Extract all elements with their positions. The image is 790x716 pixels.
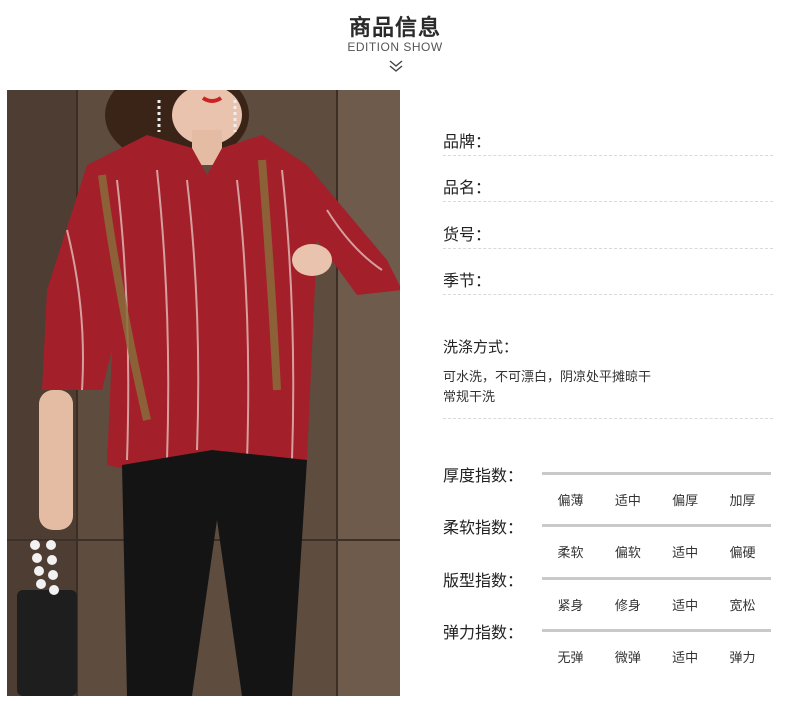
info-row-season: 季节：	[443, 259, 773, 295]
index-option: 适中	[614, 494, 641, 509]
section-subtitle: EDITION SHOW	[347, 40, 443, 54]
index-option: 偏硬	[729, 546, 756, 561]
index-option: 宽松	[729, 599, 756, 614]
info-row-sku: 货号：	[443, 213, 773, 249]
divider	[443, 155, 773, 156]
softness-index-label: 柔软指数：	[443, 518, 524, 537]
divider	[443, 418, 773, 419]
fit-index-label: 版型指数：	[443, 571, 524, 590]
chevron-down-icon	[389, 60, 403, 72]
index-option: 弹力	[729, 651, 756, 666]
section-title: 商品信息	[348, 16, 441, 41]
softness-index-bar	[542, 524, 771, 527]
washing-line-2: 常规干洗	[443, 390, 496, 405]
name-label: 品名：	[443, 178, 492, 197]
thickness-index-bar	[542, 472, 771, 475]
index-option: 适中	[672, 546, 699, 561]
index-option: 修身	[614, 599, 641, 614]
info-row-brand: 品牌：	[443, 120, 773, 156]
thickness-index: 厚度指数： 偏薄 适中 偏厚 加厚	[443, 462, 773, 514]
divider	[443, 201, 773, 202]
section-header: 商品信息 EDITION SHOW	[0, 0, 790, 80]
washing-title: 洗涤方式：	[443, 338, 519, 356]
product-photo	[7, 90, 400, 696]
brand-label: 品牌：	[443, 132, 492, 151]
sku-label: 货号：	[443, 225, 492, 244]
index-option: 偏厚	[672, 494, 699, 509]
elasticity-index-bar	[542, 629, 771, 632]
info-row-name: 品名：	[443, 166, 773, 202]
index-option: 适中	[672, 651, 699, 666]
washing-line-1: 可水洗，不可漂白，阴凉处平摊晾干	[443, 370, 652, 385]
index-option: 适中	[672, 599, 699, 614]
divider	[443, 294, 773, 295]
fit-index-bar	[542, 577, 771, 580]
softness-index: 柔软指数： 柔软 偏软 适中 偏硬	[443, 514, 773, 566]
index-option: 偏薄	[557, 494, 584, 509]
elasticity-index-label: 弹力指数：	[443, 623, 524, 642]
index-option: 紧身	[557, 599, 584, 614]
index-option: 无弹	[557, 651, 584, 666]
season-label: 季节：	[443, 271, 492, 290]
fit-index: 版型指数： 紧身 修身 适中 宽松	[443, 567, 773, 619]
thickness-index-label: 厚度指数：	[443, 466, 524, 485]
divider	[443, 248, 773, 249]
elasticity-index: 弹力指数： 无弹 微弹 适中 弹力	[443, 619, 773, 671]
index-option: 微弹	[614, 651, 641, 666]
index-option: 偏软	[614, 546, 641, 561]
washing-instructions: 可水洗，不可漂白，阴凉处平摊晾干 常规干洗	[443, 368, 651, 408]
index-option: 加厚	[729, 494, 756, 509]
index-option: 柔软	[557, 546, 584, 561]
